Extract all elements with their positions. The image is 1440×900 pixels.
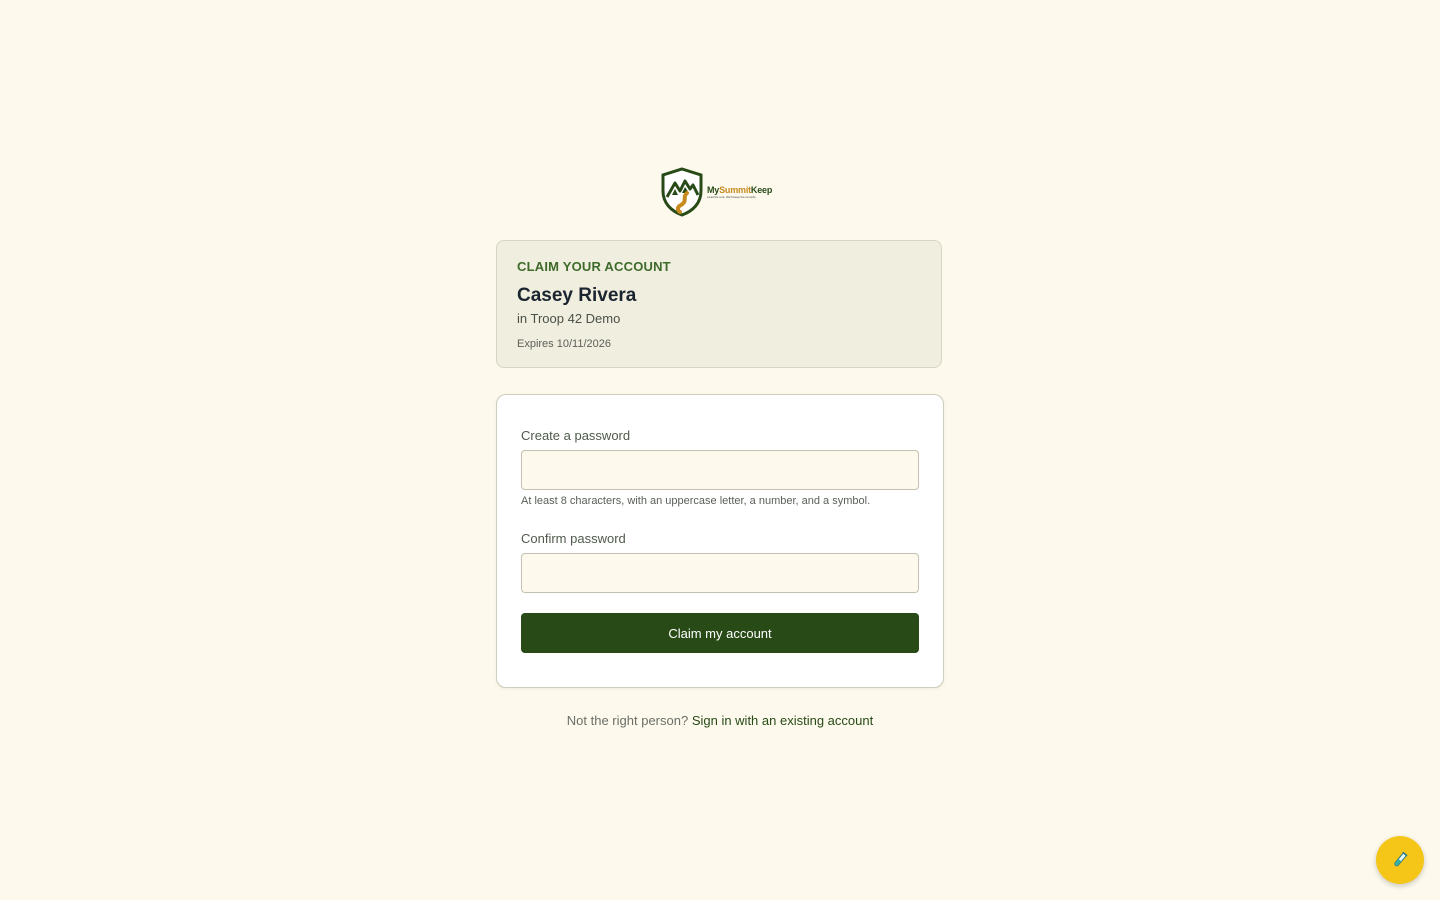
- claim-summary-card: CLAIM YOUR ACCOUNT Casey Rivera in Troop…: [496, 240, 942, 368]
- brand-name: MySummitKeep: [707, 185, 773, 195]
- test-tools-button[interactable]: [1376, 836, 1424, 884]
- brand-wordmark: MySummitKeep Lead the unit. We'll keep t…: [707, 185, 772, 199]
- confirm-password-input[interactable]: [521, 553, 919, 593]
- signin-prompt: Not the right person? Sign in with an ex…: [496, 713, 944, 729]
- invite-expiry: Expires 10/11/2026: [517, 338, 611, 350]
- brand-tagline: Lead the unit. We'll keep the records.: [707, 195, 757, 199]
- signin-existing-link[interactable]: Sign in with an existing account: [692, 713, 873, 728]
- brand-logo: MySummitKeep Lead the unit. We'll keep t…: [660, 167, 782, 217]
- password-label: Create a password: [521, 428, 631, 443]
- claimant-name: Casey Rivera: [517, 285, 637, 306]
- claim-account-page: MySummitKeep Lead the unit. We'll keep t…: [0, 0, 1440, 900]
- confirm-password-label: Confirm password: [521, 531, 626, 546]
- test-tube-icon: [1394, 851, 1408, 867]
- troop-name: in Troop 42 Demo: [517, 311, 621, 326]
- password-hint: At least 8 characters, with an uppercase…: [521, 495, 871, 507]
- claim-eyebrow: CLAIM YOUR ACCOUNT: [517, 259, 671, 274]
- password-input[interactable]: [521, 450, 919, 490]
- shield-mountain-icon: [661, 167, 703, 217]
- password-group: Create a password At least 8 characters,…: [521, 428, 919, 508]
- signin-prompt-text: Not the right person?: [566, 713, 689, 728]
- claim-form: Create a password At least 8 characters,…: [496, 394, 944, 688]
- claim-account-button[interactable]: Claim my account: [521, 613, 919, 653]
- confirm-password-group: Confirm password: [521, 531, 919, 593]
